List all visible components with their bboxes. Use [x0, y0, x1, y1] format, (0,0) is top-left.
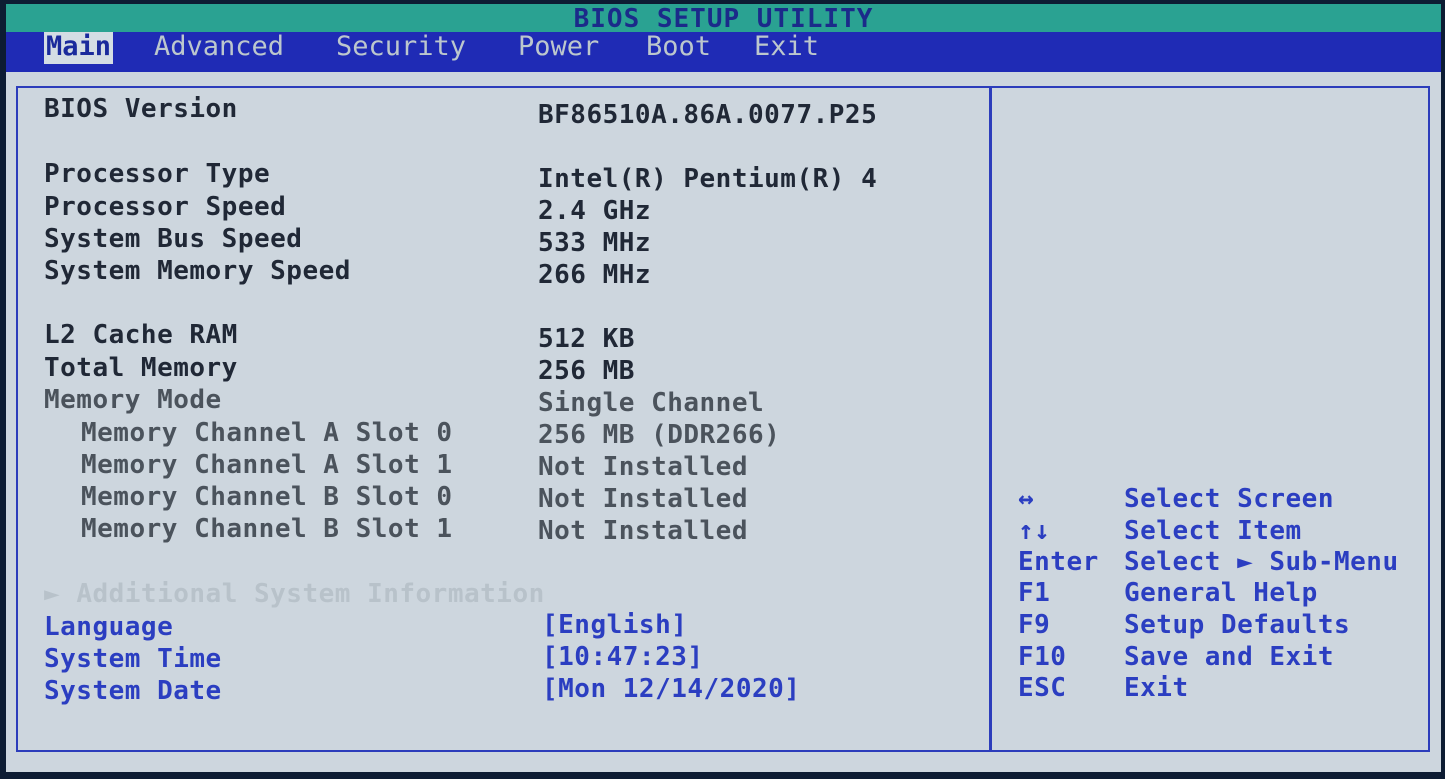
- slot-b1-value: Not Installed: [538, 516, 748, 546]
- slot-b0-value: Not Installed: [538, 484, 748, 514]
- slot-a1-value: Not Installed: [538, 452, 748, 482]
- system-time-value[interactable]: [10:47:23]: [542, 642, 704, 672]
- tab-boot[interactable]: Boot: [646, 32, 711, 64]
- help-desc-select-submenu: Select ► Sub-Menu: [1124, 547, 1399, 577]
- menu-bar: Main Advanced Security Power Boot Exit: [6, 32, 1441, 72]
- help-key-up-down-arrow-icon: ↑↓: [1018, 516, 1051, 546]
- bios-version-label: BIOS Version: [44, 94, 238, 124]
- help-desc-select-item: Select Item: [1124, 516, 1302, 546]
- help-key-f1: F1: [1018, 578, 1051, 608]
- main-panel: BIOS Version BF86510A.86A.0077.P25 Proce…: [6, 72, 1441, 772]
- app-title: BIOS SETUP UTILITY: [573, 4, 874, 34]
- system-date-value[interactable]: [Mon 12/14/2020]: [542, 674, 800, 704]
- processor-speed-value: 2.4 GHz: [538, 196, 652, 226]
- submenu-label: Additional System Information: [76, 579, 545, 609]
- bios-version-value: BF86510A.86A.0077.P25: [538, 100, 878, 130]
- system-time-label: System Time: [44, 644, 222, 674]
- help-desc-setup-defaults: Setup Defaults: [1124, 610, 1351, 640]
- system-date-label: System Date: [44, 676, 222, 706]
- memory-mode-value: Single Channel: [538, 388, 765, 418]
- slot-a0-label: Memory Channel A Slot 0: [81, 418, 453, 448]
- panel-divider: [989, 86, 992, 752]
- l2-cache-value: 512 KB: [538, 324, 635, 354]
- processor-type-value: Intel(R) Pentium(R) 4: [538, 164, 878, 194]
- tab-security[interactable]: Security: [336, 32, 466, 64]
- submenu-arrow-icon: ►: [44, 579, 77, 609]
- help-desc-exit: Exit: [1124, 673, 1189, 703]
- l2-cache-label: L2 Cache RAM: [44, 320, 238, 350]
- tab-exit[interactable]: Exit: [754, 32, 819, 64]
- system-bus-speed-label: System Bus Speed: [44, 224, 303, 254]
- processor-speed-label: Processor Speed: [44, 192, 287, 222]
- help-key-f9: F9: [1018, 610, 1051, 640]
- language-label: Language: [44, 612, 174, 642]
- tab-main[interactable]: Main: [44, 32, 114, 64]
- tab-power[interactable]: Power: [518, 32, 599, 64]
- language-value[interactable]: [English]: [542, 610, 687, 640]
- total-memory-value: 256 MB: [538, 356, 635, 386]
- help-desc-select-screen: Select Screen: [1124, 484, 1334, 514]
- slot-b1-label: Memory Channel B Slot 1: [81, 514, 453, 544]
- submenu-additional-info[interactable]: ► Additional System Information: [44, 579, 545, 609]
- title-bar: BIOS SETUP UTILITY: [6, 4, 1441, 34]
- system-memory-speed-label: System Memory Speed: [44, 256, 351, 286]
- help-key-left-right-arrow-icon: ↔: [1018, 484, 1035, 514]
- help-desc-general-help: General Help: [1124, 578, 1318, 608]
- bios-screen: BIOS SETUP UTILITY Main Advanced Securit…: [0, 0, 1445, 779]
- help-key-enter: Enter: [1018, 547, 1099, 577]
- slot-b0-label: Memory Channel B Slot 0: [81, 482, 453, 512]
- memory-mode-label: Memory Mode: [44, 385, 222, 415]
- system-bus-speed-value: 533 MHz: [538, 228, 652, 258]
- total-memory-label: Total Memory: [44, 353, 238, 383]
- help-key-f10: F10: [1018, 642, 1067, 672]
- tab-advanced[interactable]: Advanced: [154, 32, 284, 64]
- processor-type-label: Processor Type: [44, 159, 271, 189]
- system-memory-speed-value: 266 MHz: [538, 260, 652, 290]
- help-key-esc: ESC: [1018, 673, 1067, 703]
- slot-a0-value: 256 MB (DDR266): [538, 420, 781, 450]
- help-desc-save-and-exit: Save and Exit: [1124, 642, 1334, 672]
- slot-a1-label: Memory Channel A Slot 1: [81, 450, 453, 480]
